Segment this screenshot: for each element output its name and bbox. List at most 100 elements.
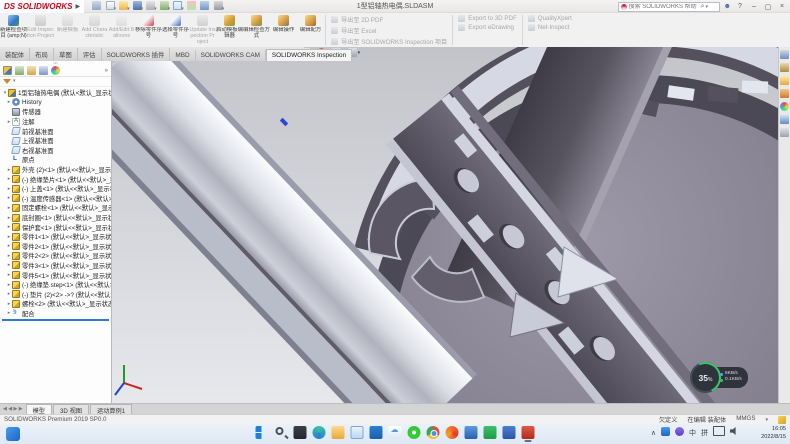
view-tab-3d-views[interactable]: 3D 视图	[53, 404, 89, 415]
taskbar-app-icon-mail[interactable]	[351, 426, 364, 439]
tree-item[interactable]: ▸ 零件2<2> (默认<<默认>_显示状态	[0, 251, 111, 261]
dropdown-caret[interactable]: ▾	[114, 6, 117, 12]
tray-icon-ime-chinese[interactable]: 中	[689, 427, 696, 440]
ribbon-button-edit-operation[interactable]: 编辑操作	[270, 13, 297, 47]
units-dropdown-caret[interactable]: ▾	[765, 417, 768, 423]
ribbon-button-select-balloons[interactable]: 选择零件序号	[162, 13, 189, 47]
tree-item[interactable]: ▸ 外壳 (2)<1> (默认<<默认>_显示状态	[0, 165, 111, 175]
performance-overlay-widget[interactable]: 6KB/s 0.1KB/s 35%	[690, 362, 721, 393]
ribbon-button-new-template[interactable]: 新建模板	[54, 13, 81, 47]
taskbar-app-icon-microsoft-store[interactable]	[370, 426, 383, 439]
tray-icon-onedrive[interactable]	[661, 427, 670, 441]
command-tab-solidworks-cam[interactable]: SOLIDWORKS CAM	[196, 50, 266, 61]
widgets-button[interactable]	[6, 427, 20, 441]
tree-root-item[interactable]: ▾ 1型铝轴热电偶 (默认<默认_显示状态-1	[0, 88, 111, 98]
ribbon-button-edit-inspection-method[interactable]: 编辑检查方式	[243, 13, 270, 47]
tree-item[interactable]: ▸ 零件2<1> (默认<<默认>_显示状态	[0, 242, 111, 252]
tree-item[interactable]: ▸ 零件1<1> (默认<<默认>_显示状态	[0, 232, 111, 242]
task-pane-icon-solidworks-forum[interactable]	[780, 128, 789, 137]
ribbon-button-add-edit-balloons[interactable]: Add/Edit Balloons	[108, 13, 135, 47]
command-tab-evaluate[interactable]: 评估	[78, 48, 102, 61]
ribbon-button-launch-template-editor[interactable]: 启动模板编辑器	[216, 13, 243, 47]
ribbon-button-add-characteristic[interactable]: Add Characteristic	[81, 13, 108, 47]
tree-item[interactable]: ▸ 注解	[0, 117, 111, 127]
tree-item[interactable]: ▸ 保护套<1> (默认<<默认>_显示状态	[0, 222, 111, 232]
tab-overflow-button[interactable]: »	[105, 68, 108, 74]
ribbon-menu-item[interactable]: 导出至 2D PDF	[331, 15, 447, 24]
filter-funnel-icon[interactable]	[3, 79, 11, 84]
taskbar-app-icon-task-view[interactable]	[294, 426, 307, 439]
ribbon-button-edit-recipe[interactable]: 编辑配方	[297, 13, 324, 47]
dropdown-caret[interactable]: ▾	[141, 6, 144, 12]
tree-item[interactable]: ▸ 螺栓<2> (默认<<默认>_显示状态	[0, 299, 111, 309]
dimxpertmanager-tab[interactable]	[39, 66, 48, 75]
tree-item[interactable]: ▸ 零件3<1> (默认<<默认>_显示状态	[0, 261, 111, 271]
tree-item[interactable]: ▸ 右视基准面	[0, 146, 111, 156]
command-tab-layout[interactable]: 布局	[30, 48, 54, 61]
task-pane-icon-solidworks-resources[interactable]	[780, 50, 789, 59]
dropdown-caret[interactable]: ▾	[181, 6, 184, 12]
tray-icon-ime-pinyin[interactable]: 拼	[701, 427, 708, 440]
taskbar-app-icon-search[interactable]	[275, 426, 288, 439]
taskbar-app-icon-reader[interactable]	[465, 426, 478, 439]
tray-icon-touch-keyboard[interactable]	[713, 426, 725, 441]
tag-icon[interactable]	[778, 416, 786, 424]
tab-scroll-arrows[interactable]: ◀ ◀ ▶ ▶	[0, 406, 26, 412]
ribbon-menu-item[interactable]: QualityXpert	[528, 15, 572, 22]
tree-item[interactable]: ▸ (-) 绝缘垫片<1> (默认<<默认>_显示	[0, 174, 111, 184]
tree-item[interactable]: ▸ 原点	[0, 155, 111, 165]
command-tab-mbd[interactable]: MBD	[170, 50, 195, 61]
dropdown-caret[interactable]: ▾	[222, 6, 225, 12]
taskbar-app-icon-browser-colorful[interactable]	[427, 426, 440, 439]
taskbar-app-icon-weather[interactable]	[389, 426, 402, 439]
tree-item[interactable]: ▸ (-) 绝缘垫.step<1> (默认<<默认>_	[0, 280, 111, 290]
ribbon-menu-item[interactable]: 导出至 SOLIDWORKS Inspection 项目	[331, 37, 447, 46]
tree-item[interactable]: ▸ 固定螺栓<1> (默认<<默认>_显示状	[0, 203, 111, 213]
view-tab-motion-study-1[interactable]: 运动算例1	[90, 404, 132, 415]
tree-item[interactable]: ▸ 配合	[0, 309, 111, 319]
dropdown-caret[interactable]: ▾	[154, 6, 157, 12]
taskbar-app-icon-word[interactable]	[503, 426, 516, 439]
featuremanager-tree-tab[interactable]	[3, 66, 12, 75]
ribbon-menu-item[interactable]: Net-Inspect	[528, 24, 572, 31]
configurationmanager-tab[interactable]	[27, 66, 36, 75]
taskbar-app-icon-edge[interactable]	[313, 426, 326, 439]
restore-button[interactable]: ▢	[763, 3, 773, 11]
tray-icon-security-shield[interactable]	[675, 427, 684, 441]
view-tab-model[interactable]: 模型	[26, 404, 52, 415]
sign-in-icon[interactable]: ☻	[724, 3, 731, 10]
tree-item[interactable]: ▸ (-) 温度传感器<1> (默认<<默认>_显	[0, 194, 111, 204]
taskbar-clock[interactable]: 16:05 2022/8/15	[761, 426, 786, 442]
tree-item[interactable]: ▸ 零件5<1> (默认<<默认>_显示状态	[0, 270, 111, 280]
help-button[interactable]: ?	[735, 3, 745, 10]
command-tab-assembly[interactable]: 装配体	[0, 48, 30, 61]
task-pane-icon-file-explorer[interactable]	[780, 76, 789, 85]
tree-item[interactable]: ▸ (-) 上盖<1> (默认<<默认>_显示状态	[0, 184, 111, 194]
ribbon-button-update-inspection-project[interactable]: Update Inspection Project	[189, 13, 216, 47]
task-pane-icon-view-palette[interactable]	[780, 89, 789, 98]
taskbar-app-icon-start[interactable]	[256, 426, 269, 439]
menu-expand-arrow[interactable]: ▶	[75, 3, 80, 10]
graphics-area[interactable]: ▾ ▾ ▾ ▾ ▾ ▾ ▾	[112, 47, 778, 404]
ribbon-menu-item[interactable]: Export eDrawing	[458, 24, 517, 31]
propertymanager-tab[interactable]	[15, 66, 24, 75]
solidworks-logo[interactable]: DS SOLIDWORKS ▶	[0, 0, 84, 13]
dropdown-caret[interactable]: ▾	[168, 6, 171, 12]
ribbon-button-remove-balloons[interactable]: 移除零件序号	[135, 13, 162, 47]
tray-icon-volume[interactable]	[730, 427, 738, 440]
command-tab-sketch[interactable]: 草图	[54, 48, 78, 61]
ribbon-button-edit-inspection-project[interactable]: Edit Inspection Project	[27, 13, 54, 47]
tree-item[interactable]: ▸ 前视基准面	[0, 126, 111, 136]
taskbar-app-icon-solidworks[interactable]	[522, 426, 535, 439]
minimize-button[interactable]: –	[749, 3, 759, 10]
taskbar-app-icon-wps[interactable]	[484, 426, 497, 439]
ribbon-button-new-inspection-project[interactable]: 新建检查项目 (amp;N)	[0, 13, 27, 47]
tree-item[interactable]: ▸ 传感器	[0, 107, 111, 117]
tree-item[interactable]: ▸ (-) 垫片 (2)<2> ->? (默认<<默认>_	[0, 289, 111, 299]
tree-item[interactable]: ▸ History	[0, 98, 111, 108]
task-pane-icon-custom-properties[interactable]	[780, 115, 789, 124]
taskbar-app-icon-file-explorer[interactable]	[332, 426, 345, 439]
tree-item[interactable]: ▸ 上视基准面	[0, 136, 111, 146]
taskbar-app-icon-app-green[interactable]	[408, 426, 421, 439]
tray-icon-tray-expand[interactable]: ∧	[651, 427, 656, 440]
